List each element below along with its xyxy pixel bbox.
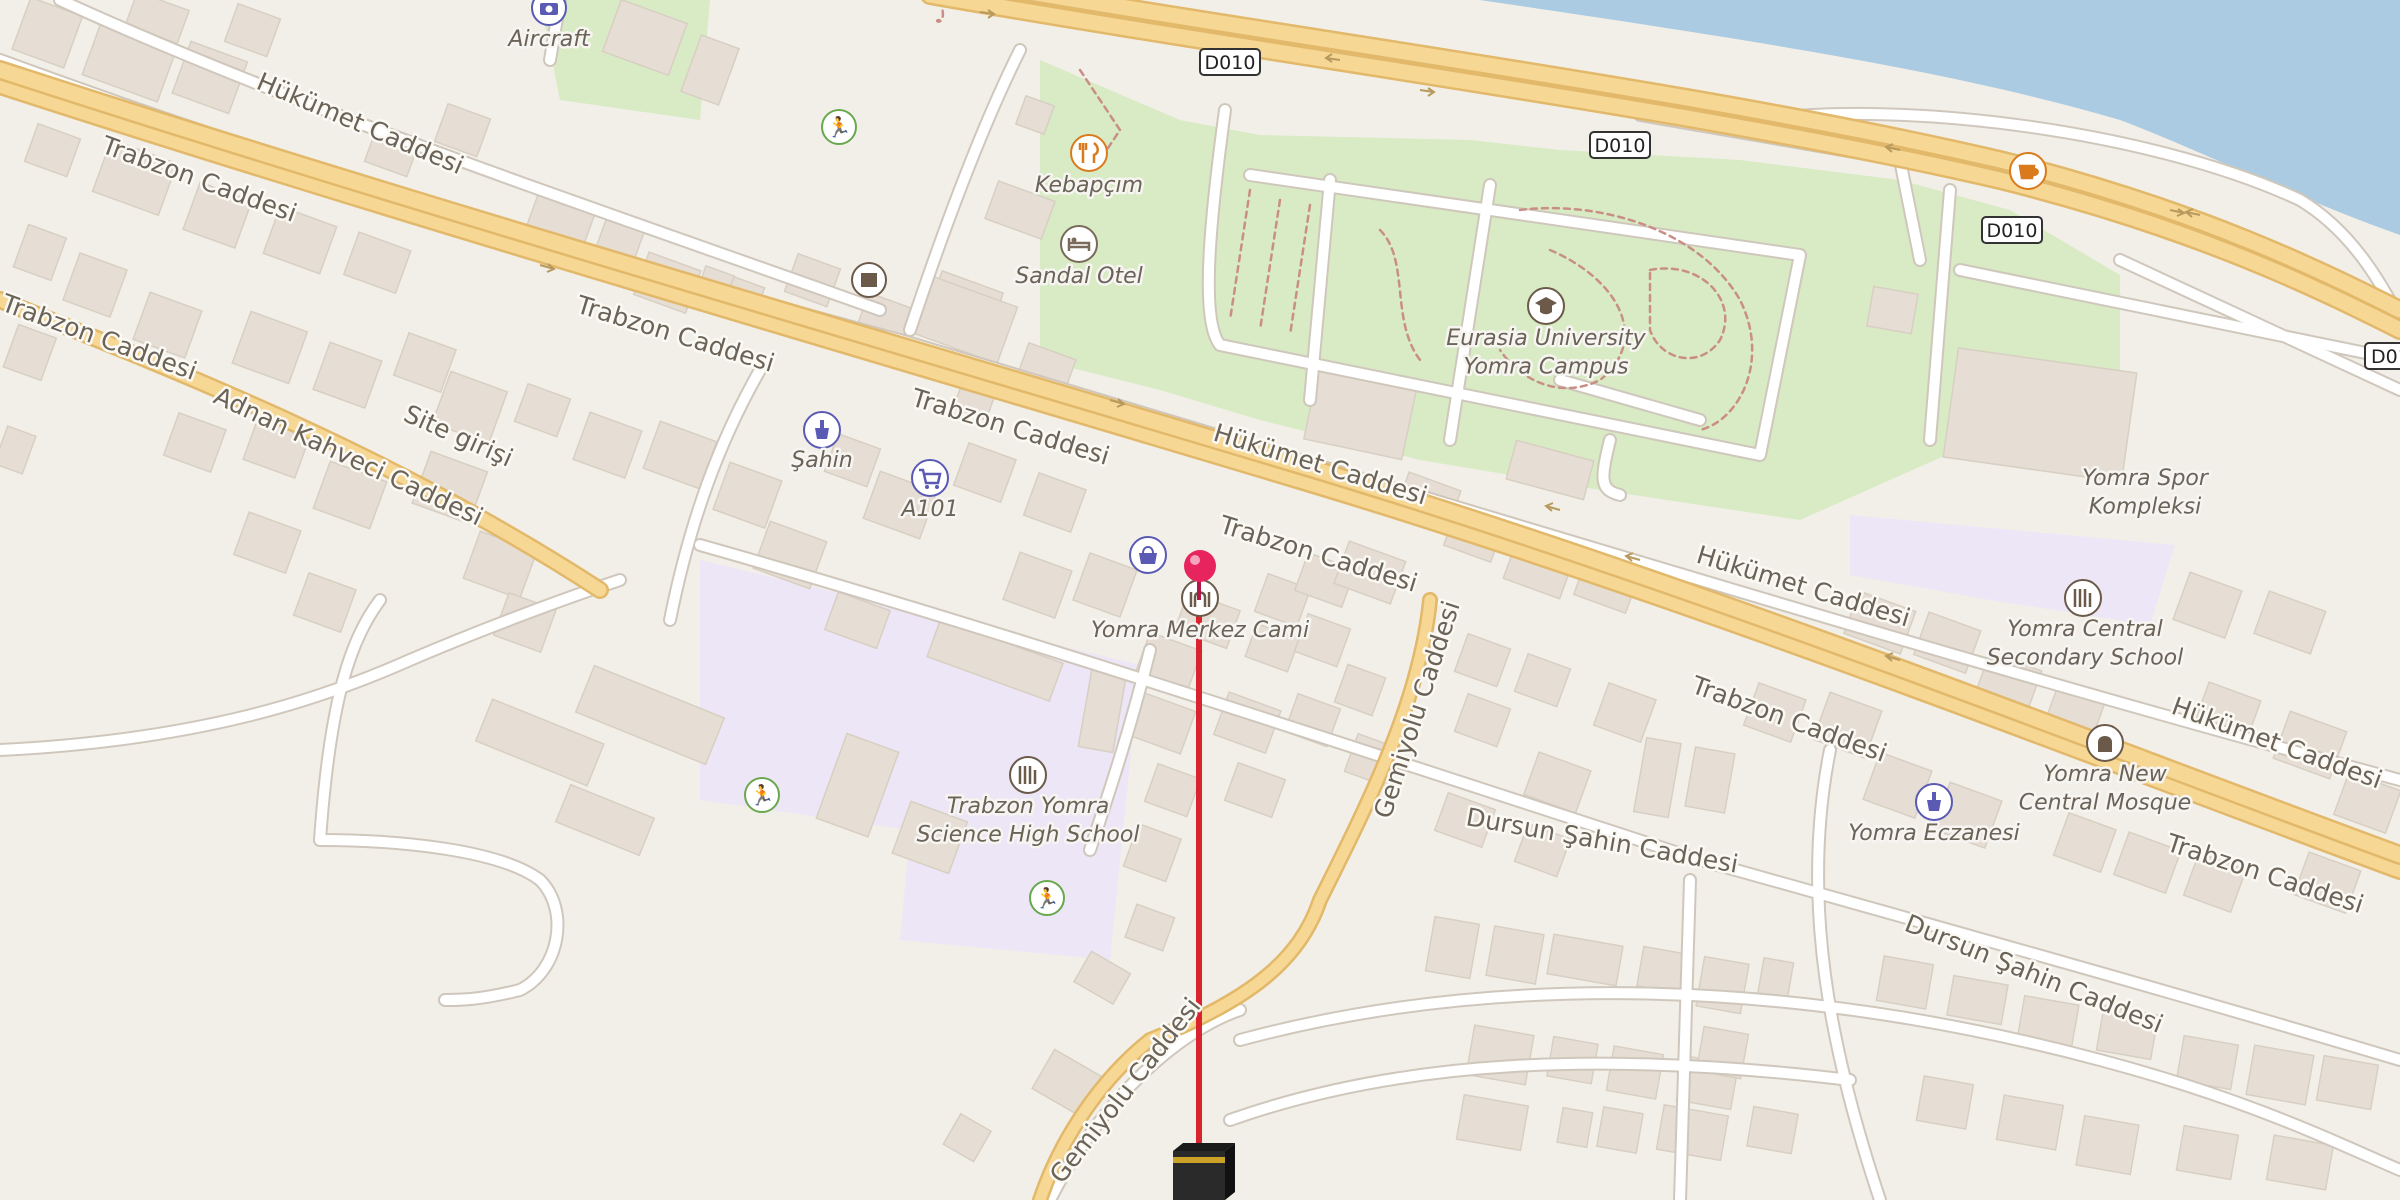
camera-icon[interactable] [531, 0, 567, 26]
poi-label-kebapcim: Kebapçım [1035, 173, 1143, 198]
road-shield-2: D010 [1589, 131, 1651, 159]
kaaba-icon[interactable] [1173, 1143, 1235, 1200]
shopping-cart-icon[interactable] [911, 459, 949, 497]
svg-text:D01: D01 [2371, 346, 2400, 368]
restaurant-icon[interactable] [1070, 134, 1108, 172]
sports-icon[interactable]: 🏃 [744, 777, 780, 813]
road-shield-3: D010 [1981, 216, 2043, 244]
road-shield-4: D01 [2364, 342, 2400, 370]
road-shield-1: D010 [1199, 48, 1261, 76]
marketplace-icon[interactable] [851, 262, 887, 298]
svg-text:🏃: 🏃 [1035, 886, 1060, 910]
sports-icon[interactable]: 🏃 [821, 109, 857, 145]
school-icon[interactable] [2064, 579, 2102, 617]
pharmacy-icon[interactable] [1915, 783, 1953, 821]
poi-label-yomra-eczanesi: Yomra Eczanesi [1848, 821, 2020, 846]
mosque-icon[interactable] [2086, 724, 2124, 762]
school-icon[interactable] [1009, 756, 1047, 794]
svg-text:🏃: 🏃 [750, 783, 775, 807]
shop-icon[interactable] [1129, 536, 1167, 574]
poi-label-sandal-otel: Sandal Otel [1015, 264, 1143, 289]
pharmacy-icon[interactable] [803, 411, 841, 449]
svg-text:🏃: 🏃 [827, 115, 852, 139]
map-canvas[interactable]: D010 D010 D010 D01 Hükümet Caddesi Trabz… [0, 0, 2400, 1200]
poi-label-sahin: Şahin [791, 448, 852, 473]
cafe-icon[interactable] [2009, 152, 2047, 190]
hotel-icon[interactable] [1060, 225, 1098, 263]
svg-text:D010: D010 [1987, 220, 2038, 242]
sports-icon[interactable]: 🏃 [1029, 880, 1065, 916]
university-icon[interactable] [1527, 287, 1565, 325]
poi-label-aircraft: Aircraft [506, 27, 591, 52]
poi-label-a101: A101 [899, 497, 958, 522]
svg-text:D010: D010 [1205, 52, 1256, 74]
poi-label-yomra-merkez-cami: Yomra Merkez Cami [1091, 618, 1309, 643]
svg-text:D010: D010 [1595, 135, 1646, 157]
